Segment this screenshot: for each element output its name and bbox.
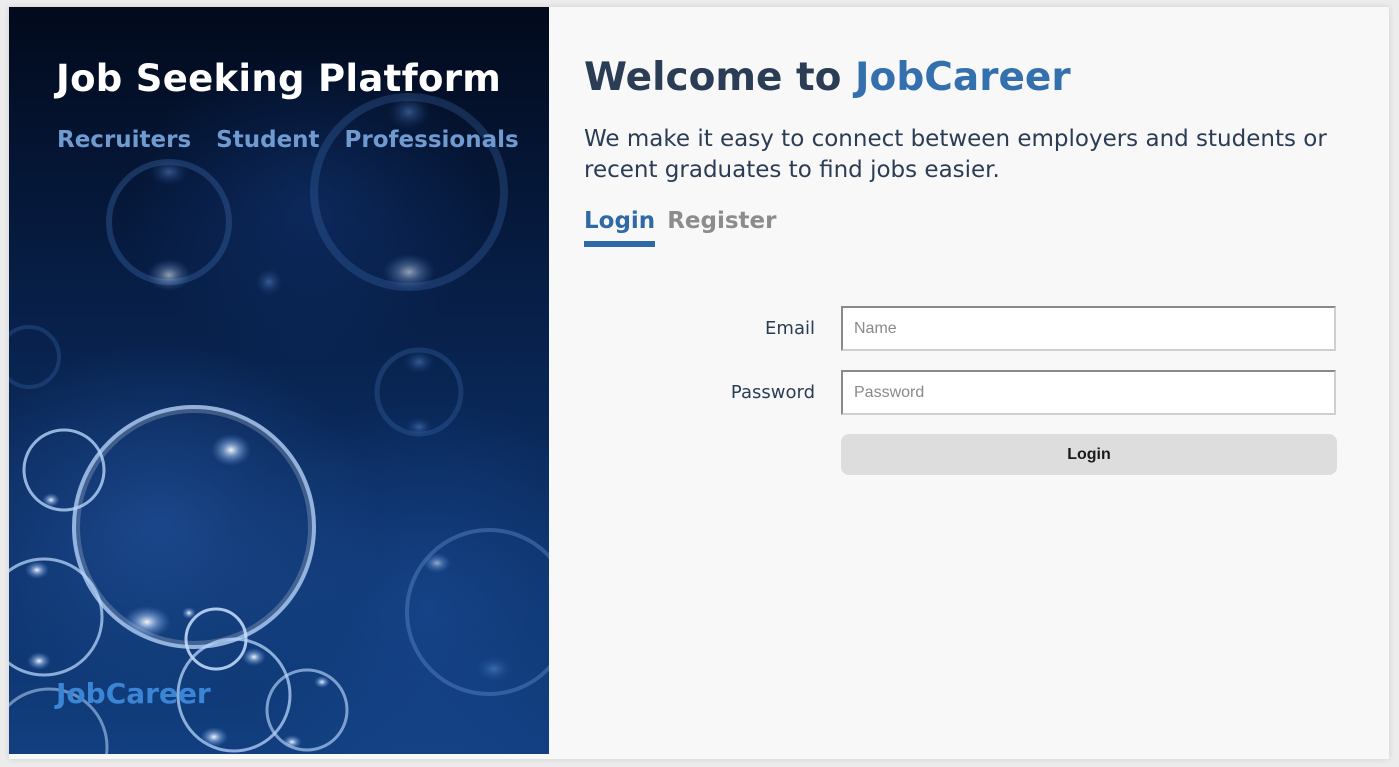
nav-link-recruiters[interactable]: Recruiters [57, 127, 191, 153]
hero-panel: Job Seeking Platform Recruiters Student … [9, 7, 549, 754]
password-field[interactable] [841, 370, 1336, 415]
welcome-heading: Welcome to JobCareer [584, 55, 1071, 100]
platform-title: Job Seeking Platform [56, 57, 502, 100]
nav-link-student[interactable]: Student [216, 127, 319, 153]
email-row: Email [549, 306, 1389, 351]
login-button[interactable]: Login [841, 434, 1337, 475]
tab-login[interactable]: Login [584, 208, 656, 247]
auth-panel: Welcome to JobCareer We make it easy to … [549, 7, 1389, 759]
intro-text: We make it easy to connect between emplo… [584, 126, 1327, 183]
password-row: Password [549, 370, 1389, 415]
audience-nav: Recruiters Student Professionals [57, 127, 519, 153]
password-label: Password [730, 382, 815, 403]
bubbles-background-image [9, 93, 549, 754]
auth-tabs: Login Register [584, 208, 776, 247]
welcome-brand-name: JobCareer [855, 55, 1071, 100]
welcome-prefix: Welcome to [584, 55, 856, 100]
brand-logo-link[interactable]: JobCareer [56, 677, 211, 710]
nav-link-professionals[interactable]: Professionals [345, 127, 519, 153]
email-label: Email [765, 318, 815, 339]
page-frame: Job Seeking Platform Recruiters Student … [9, 7, 1389, 759]
email-field[interactable] [841, 306, 1336, 351]
tab-register[interactable]: Register [667, 208, 776, 247]
